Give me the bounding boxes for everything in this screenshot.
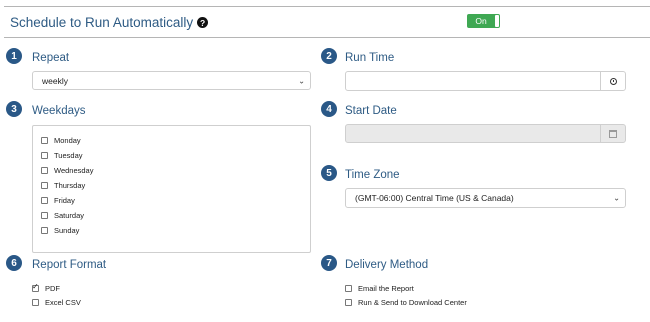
top-divider [4,6,650,7]
start-date-label: Start Date [345,105,397,117]
checkbox-thursday[interactable] [41,182,48,189]
chevron-down-icon: ⌄ [298,76,305,85]
repeat-select[interactable]: weekly ⌄ [32,71,311,90]
delivery-email[interactable]: Email the Report [345,284,414,293]
weekday-saturday[interactable]: Saturday [41,211,84,220]
checkbox-friday[interactable] [41,197,48,204]
start-date-input[interactable] [345,124,626,143]
weekday-label: Monday [54,136,81,145]
weekday-tuesday[interactable]: Tuesday [41,151,83,160]
format-excel-csv[interactable]: Excel CSV [32,298,81,307]
schedule-toggle[interactable]: On [467,14,500,28]
repeat-select-value: weekly [42,75,68,86]
checkbox-excel-csv[interactable] [32,299,39,306]
weekdays-label: Weekdays [32,105,86,117]
step-number-6: 6 [6,255,22,271]
repeat-label: Repeat [32,52,70,64]
report-format-label: Report Format [32,259,107,271]
checkbox-wednesday[interactable] [41,167,48,174]
weekday-label: Tuesday [54,151,83,160]
toggle-knob [495,15,499,27]
clock-icon [609,77,617,85]
time-zone-value: (GMT-06:00) Central Time (US & Canada) [355,193,514,203]
delivery-email-label: Email the Report [358,284,414,293]
checkbox-email[interactable] [345,285,352,292]
time-zone-select[interactable]: (GMT-06:00) Central Time (US & Canada) ⌄ [345,188,626,208]
checkbox-tuesday[interactable] [41,152,48,159]
weekdays-list: Monday Tuesday Wednesday Thursday Friday… [32,125,311,253]
weekday-friday[interactable]: Friday [41,196,75,205]
delivery-method-label: Delivery Method [345,259,429,271]
delivery-download-label: Run & Send to Download Center [358,298,467,307]
time-zone-label: Time Zone [345,169,400,181]
weekday-label: Friday [54,196,75,205]
schedule-title-text: Schedule to Run Automatically [10,15,194,30]
run-time-picker-button[interactable] [600,72,625,90]
weekday-sunday[interactable]: Sunday [41,226,79,235]
calendar-icon [609,129,617,138]
checkbox-monday[interactable] [41,137,48,144]
weekday-label: Thursday [54,181,86,190]
step-number-7: 7 [321,255,337,271]
run-time-label: Run Time [345,52,395,64]
header-divider [4,37,650,38]
step-number-2: 2 [321,48,337,64]
checkbox-saturday[interactable] [41,212,48,219]
weekday-wednesday[interactable]: Wednesday [41,166,93,175]
checkbox-pdf[interactable] [32,282,39,292]
weekday-label: Wednesday [54,166,94,175]
checkbox-sunday[interactable] [41,227,48,234]
weekday-label: Sunday [54,226,80,235]
run-time-input[interactable] [345,71,626,91]
format-excel-label: Excel CSV [45,298,81,307]
format-pdf-label: PDF [45,284,60,293]
schedule-title: Schedule to Run Automatically ? [10,15,209,30]
format-pdf[interactable]: PDF [32,282,60,293]
step-number-1: 1 [6,48,22,64]
toggle-label: On [475,16,487,26]
step-number-5: 5 [321,165,337,181]
delivery-download-center[interactable]: Run & Send to Download Center [345,298,467,307]
weekday-thursday[interactable]: Thursday [41,181,85,190]
help-icon[interactable]: ? [197,17,209,28]
chevron-down-icon: ⌄ [613,193,620,203]
start-date-picker-button[interactable] [600,125,625,142]
step-number-4: 4 [321,101,337,117]
weekday-label: Saturday [54,211,85,220]
step-number-3: 3 [6,101,22,117]
checkbox-download-center[interactable] [345,299,352,306]
weekday-monday[interactable]: Monday [41,136,81,145]
